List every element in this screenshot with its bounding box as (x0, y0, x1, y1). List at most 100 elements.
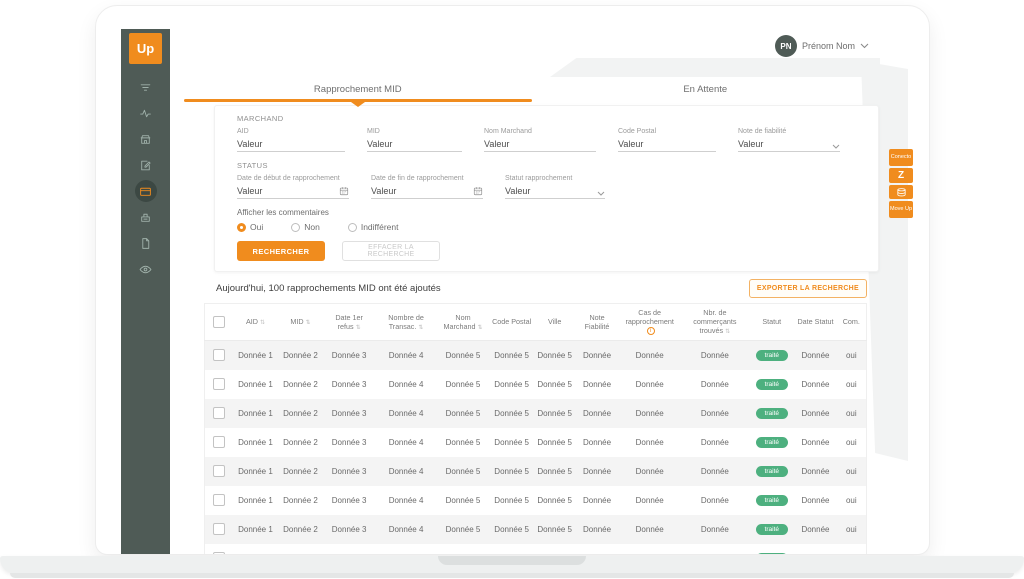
sort-icon[interactable]: ⇅ (356, 324, 361, 331)
edit-document-icon[interactable] (135, 154, 157, 176)
field-value[interactable]: Valeur (237, 137, 345, 152)
row-checkbox-cell (205, 544, 233, 555)
row-checkbox[interactable] (213, 436, 225, 448)
radio-circle[interactable] (348, 223, 357, 232)
cash-register-icon[interactable] (135, 206, 157, 228)
filter-icon[interactable] (135, 76, 157, 98)
search-button[interactable]: RECHERCHER (237, 241, 325, 261)
app-logo: Up (129, 33, 162, 64)
data-cell: Donnée 1 (233, 544, 278, 555)
clear-search-button[interactable]: EFFACER LA RECHERCHE (342, 241, 440, 261)
data-cell: Donnée (680, 428, 749, 457)
radio-indiff-rent[interactable]: Indifférent (348, 222, 399, 232)
sort-icon[interactable]: ⇅ (306, 319, 311, 326)
data-cell: Donnée 2 (278, 515, 323, 544)
radio-circle[interactable] (237, 223, 246, 232)
user-menu[interactable]: PN Prénom Nom (775, 35, 869, 57)
field-value[interactable]: Valeur (505, 184, 605, 199)
data-cell: Donnée (794, 428, 836, 457)
eye-icon[interactable] (135, 258, 157, 280)
field-label: Date de fin de rapprochement (371, 175, 483, 182)
data-cell: Donnée 5 (437, 457, 489, 486)
status-field-statut-rapprochement[interactable]: Statut rapprochementValeur (505, 175, 605, 199)
background-shape-top (550, 58, 880, 77)
data-cell: oui (837, 399, 867, 428)
row-checkbox[interactable] (213, 378, 225, 390)
status-field-date-de-fin-de-rapprochement[interactable]: Date de fin de rapprochement Valeur (371, 175, 483, 199)
calendar-icon (473, 186, 483, 196)
sort-icon[interactable]: ⇅ (477, 324, 482, 331)
field-value[interactable]: Valeur (738, 137, 840, 152)
tab-rapprochement-mid[interactable]: Rapprochement MID (184, 77, 532, 102)
column-label: AID (246, 317, 258, 326)
data-cell: Donnée 3 (323, 457, 375, 486)
contract-icon[interactable] (135, 232, 157, 254)
field-value[interactable]: Valeur (367, 137, 462, 152)
support-widgets: Conecto Z Move Up (889, 149, 913, 218)
resources-tab[interactable] (889, 185, 913, 199)
field-value[interactable]: Valeur (237, 184, 349, 199)
data-cell: Donnée (575, 428, 619, 457)
row-checkbox[interactable] (213, 407, 225, 419)
sort-icon[interactable]: ⇅ (418, 324, 423, 331)
export-button[interactable]: EXPORTER LA RECHERCHE (749, 279, 867, 298)
data-cell: Donnée (794, 515, 836, 544)
sort-icon[interactable]: ⇅ (725, 328, 730, 335)
info-icon[interactable]: i (647, 327, 655, 335)
laptop-base (0, 556, 1024, 573)
radio-circle[interactable] (291, 223, 300, 232)
col-code-postal: Code Postal (489, 304, 534, 341)
data-cell: Donnée 2 (278, 399, 323, 428)
table-row: Donnée 1Donnée 2Donnée 3Donnée 4Donnée 5… (205, 457, 867, 486)
col-nbr-de-commer-ants-trouv-s[interactable]: Nbr. de commerçants trouvés⇅ (680, 304, 749, 341)
move-up-tab[interactable]: Move Up (889, 201, 913, 218)
zendesk-tab[interactable]: Z (889, 168, 913, 183)
radio-non[interactable]: Non (291, 222, 320, 232)
data-cell: Donnée 2 (278, 428, 323, 457)
data-cell: Donnée 5 (437, 428, 489, 457)
chevron-down-icon (860, 43, 869, 49)
marchand-field-aid[interactable]: AIDValeur (237, 128, 345, 152)
data-cell: Donnée 5 (534, 486, 575, 515)
conecto-tab[interactable]: Conecto (889, 149, 913, 166)
field-value[interactable]: Valeur (371, 184, 483, 199)
column-label: MID (290, 317, 303, 326)
col-aid[interactable]: AID⇅ (233, 304, 278, 341)
row-checkbox[interactable] (213, 465, 225, 477)
data-cell: Donnée (680, 370, 749, 399)
data-cell: Donnée (575, 399, 619, 428)
tab-en-attente[interactable]: En Attente (532, 77, 880, 102)
tab-label: Rapprochement MID (314, 84, 402, 95)
marchand-field-nom-marchand[interactable]: Nom MarchandValeur (484, 128, 596, 152)
data-cell: Donnée 5 (437, 399, 489, 428)
row-checkbox[interactable] (213, 523, 225, 535)
data-cell: Donnée (575, 486, 619, 515)
activity-icon[interactable] (135, 102, 157, 124)
data-cell: Donnée (619, 370, 681, 399)
marchand-field-note-de-fiabilit[interactable]: Note de fiabilitéValeur (738, 128, 840, 152)
shop-icon[interactable] (135, 128, 157, 150)
marchand-field-code-postal[interactable]: Code PostalValeur (618, 128, 716, 152)
row-checkbox[interactable] (213, 552, 225, 554)
col-mid[interactable]: MID⇅ (278, 304, 323, 341)
data-cell: Donnée 4 (375, 428, 437, 457)
data-cell: Donnée 4 (375, 544, 437, 555)
col-nombre-de-transac[interactable]: Nombre de Transac.⇅ (375, 304, 437, 341)
data-cell: Donnée 5 (489, 340, 534, 370)
column-label: Cas de rapprochement (625, 308, 673, 326)
field-value[interactable]: Valeur (618, 137, 716, 152)
status-field-date-de-d-but-de-rapprochement[interactable]: Date de début de rapprochementValeur (237, 175, 349, 199)
col-nom-marchand[interactable]: Nom Marchand⇅ (437, 304, 489, 341)
data-cell: Donnée 2 (278, 370, 323, 399)
sort-icon[interactable]: ⇅ (260, 319, 265, 326)
data-cell: Donnée 5 (437, 486, 489, 515)
credit-card-icon[interactable] (135, 180, 157, 202)
row-checkbox[interactable] (213, 494, 225, 506)
marchand-field-mid[interactable]: MIDValeur (367, 128, 462, 152)
row-checkbox[interactable] (213, 349, 225, 361)
radio-label: Indifférent (361, 222, 399, 232)
col-date-1er-refus[interactable]: Date 1er refus⇅ (323, 304, 375, 341)
radio-oui[interactable]: Oui (237, 222, 263, 232)
field-value[interactable]: Valeur (484, 137, 596, 152)
select-all-checkbox[interactable] (213, 316, 225, 328)
